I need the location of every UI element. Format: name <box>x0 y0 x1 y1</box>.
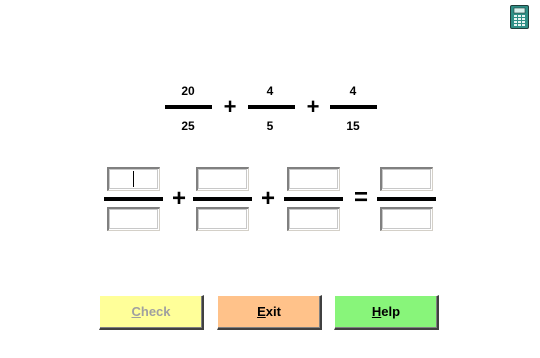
check-button-label: heck <box>140 304 171 319</box>
answer-2-denominator-input[interactable] <box>196 207 249 231</box>
problem-fraction-2-numerator: 4 <box>266 84 274 98</box>
answer-1-bar <box>104 197 163 201</box>
result-bar <box>377 197 436 201</box>
problem-fraction-3-denominator: 15 <box>346 119 360 133</box>
problem-fraction-3-bar <box>330 105 377 109</box>
problem-plus-operator-1: + <box>223 94 237 119</box>
problem-fraction-1-numerator: 20 <box>181 84 195 98</box>
text-caret <box>133 171 134 187</box>
answer-2-bar <box>193 197 252 201</box>
result-numerator-input[interactable] <box>380 167 433 191</box>
help-button-hotkey: H <box>371 304 382 319</box>
check-button-hotkey: C <box>131 304 141 319</box>
answer-plus-operator-1: + <box>171 185 186 212</box>
problem-fraction-1-bar <box>165 105 212 109</box>
answer-2-numerator-input[interactable] <box>196 167 249 191</box>
calculator-icon[interactable] <box>510 5 529 29</box>
answer-equals-operator: = <box>353 184 368 211</box>
exit-button-hotkey: E <box>257 304 266 319</box>
help-button[interactable]: Help <box>334 295 439 330</box>
answer-3-bar <box>284 197 343 201</box>
help-button-label: elp <box>381 304 401 319</box>
problem-fraction-2-bar <box>248 105 295 109</box>
check-button[interactable]: Check <box>99 295 204 330</box>
problem-plus-operator-2: + <box>306 94 320 119</box>
problem-fraction-2-denominator: 5 <box>266 119 274 133</box>
problem-fraction-1-denominator: 25 <box>181 119 195 133</box>
problem-fraction-3-numerator: 4 <box>349 84 357 98</box>
exit-button[interactable]: Exit <box>217 295 322 330</box>
answer-3-denominator-input[interactable] <box>287 207 340 231</box>
answer-plus-operator-2: + <box>260 185 275 212</box>
answer-3-numerator-input[interactable] <box>287 167 340 191</box>
answer-1-denominator-input[interactable] <box>107 207 160 231</box>
exit-button-label: xit <box>265 304 281 319</box>
result-denominator-input[interactable] <box>380 207 433 231</box>
